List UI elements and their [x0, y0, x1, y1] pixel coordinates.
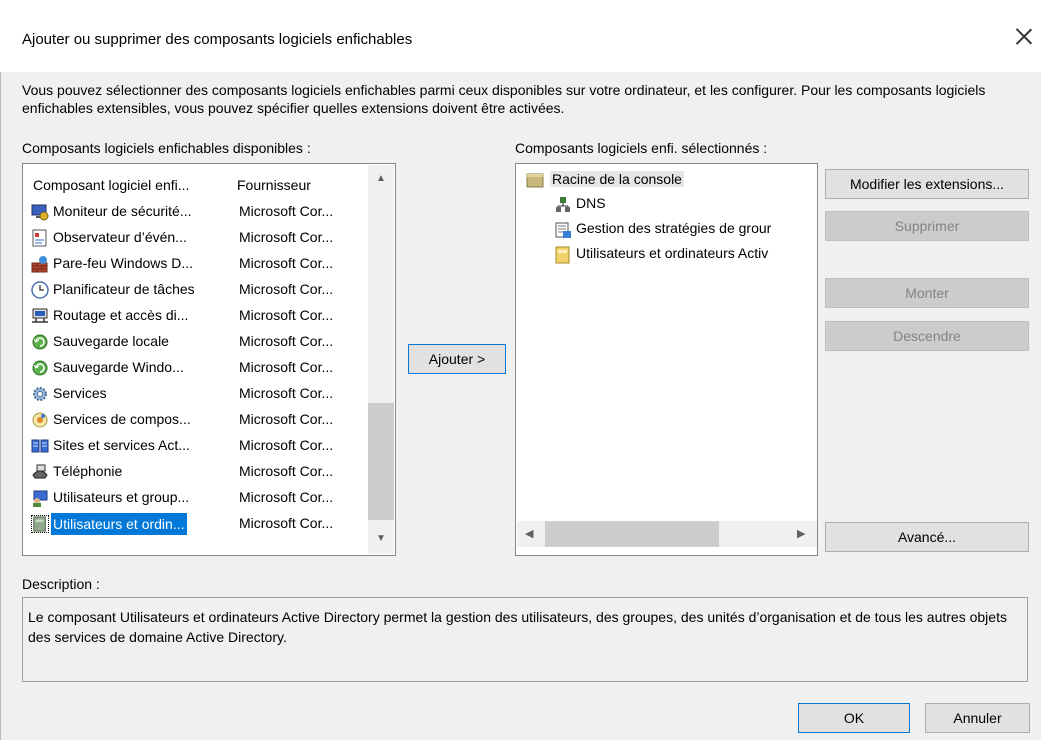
- backup-icon: [32, 360, 48, 376]
- intro-text: Vous pouvez sélectionner des composants …: [22, 82, 986, 116]
- close-icon[interactable]: [1013, 26, 1035, 48]
- event-viewer-icon: [32, 229, 47, 247]
- dialog-title: Ajouter ou supprimer des composants logi…: [22, 31, 413, 48]
- tree-item-dns[interactable]: DNS: [554, 194, 814, 216]
- selected-tree[interactable]: Racine de la console DNS Gestion des str…: [515, 163, 818, 556]
- advanced-button[interactable]: Avancé...: [825, 522, 1029, 552]
- ad-users-computers-icon: [31, 515, 49, 533]
- snapin-provider: Microsoft Cor...: [239, 307, 334, 323]
- list-item[interactable]: Pare-feu Windows D... Microsoft Cor...: [29, 251, 379, 277]
- snapin-name: Sauvegarde Windo...: [53, 359, 184, 375]
- scroll-thumb[interactable]: [545, 521, 719, 547]
- add-button[interactable]: Ajouter >: [408, 344, 506, 374]
- security-monitor-icon: [31, 204, 49, 221]
- vertical-scrollbar[interactable]: ▲ ▼: [368, 165, 394, 554]
- group-policy-icon: [555, 222, 571, 238]
- dns-icon: [556, 197, 570, 212]
- tree-root-label: Racine de la console: [550, 171, 684, 187]
- snapin-provider: Microsoft Cor...: [239, 333, 334, 349]
- gear-icon: [33, 387, 47, 401]
- snapin-provider: Microsoft Cor...: [239, 281, 334, 297]
- snapin-name: Sites et services Act...: [53, 437, 190, 453]
- telephony-icon: [32, 464, 48, 479]
- list-item[interactable]: Observateur d’évén... Microsoft Cor...: [29, 225, 379, 251]
- list-item[interactable]: Services Microsoft Cor...: [29, 381, 379, 407]
- snapin-provider: Microsoft Cor...: [239, 359, 334, 375]
- snapin-name: Moniteur de sécurité...: [53, 203, 192, 219]
- list-item[interactable]: Sauvegarde Windo... Microsoft Cor...: [29, 355, 379, 381]
- horizontal-scrollbar[interactable]: ◀ ▶: [517, 521, 817, 547]
- tree-item-aduc[interactable]: Utilisateurs et ordinateurs Activ: [554, 244, 817, 266]
- folder-icon: [526, 173, 544, 188]
- column-header-name[interactable]: Composant logiciel enfi...: [33, 177, 189, 193]
- scroll-right-icon[interactable]: ▶: [797, 527, 805, 540]
- cancel-button[interactable]: Annuler: [925, 703, 1030, 733]
- modify-extensions-button[interactable]: Modifier les extensions...: [825, 169, 1029, 199]
- list-item[interactable]: Services de compos... Microsoft Cor...: [29, 407, 379, 433]
- tree-child-label: Utilisateurs et ordinateurs Activ: [576, 245, 769, 261]
- description-text: Le composant Utilisateurs et ordinateurs…: [28, 609, 1007, 645]
- snapin-provider: Microsoft Cor...: [239, 489, 334, 505]
- snapin-name: Services de compos...: [53, 411, 191, 427]
- move-down-button[interactable]: Descendre: [825, 321, 1029, 351]
- list-item[interactable]: Moniteur de sécurité... Microsoft Cor...: [29, 199, 379, 225]
- list-item[interactable]: Planificateur de tâches Microsoft Cor...: [29, 277, 379, 303]
- scroll-thumb[interactable]: [368, 403, 394, 520]
- list-item[interactable]: Utilisateurs et group... Microsoft Cor...: [29, 485, 379, 511]
- snapin-provider: Microsoft Cor...: [239, 437, 334, 453]
- description-box: Le composant Utilisateurs et ordinateurs…: [22, 597, 1028, 682]
- clock-icon: [31, 281, 49, 299]
- move-up-button[interactable]: Monter: [825, 278, 1029, 308]
- description-label: Description :: [22, 576, 100, 592]
- tree-child-label: Gestion des stratégies de grour: [576, 220, 772, 236]
- sites-icon: [31, 439, 49, 453]
- backup-icon: [32, 334, 48, 350]
- scroll-left-icon[interactable]: ◀: [525, 527, 533, 540]
- list-item[interactable]: Téléphonie Microsoft Cor...: [29, 459, 379, 485]
- tree-child-label: DNS: [576, 195, 606, 211]
- available-label: Composants logiciels enfichables disponi…: [22, 140, 311, 156]
- list-item[interactable]: Utilisateurs et ordin... Microsoft Cor...: [29, 511, 379, 537]
- snapin-provider: Microsoft Cor...: [239, 515, 334, 531]
- title-bar: Ajouter ou supprimer des composants logi…: [0, 0, 1041, 72]
- snapin-provider: Microsoft Cor...: [239, 385, 334, 401]
- tree-item-root[interactable]: Racine de la console: [522, 168, 722, 192]
- snapin-provider: Microsoft Cor...: [239, 463, 334, 479]
- list-item[interactable]: Sites et services Act... Microsoft Cor...: [29, 433, 379, 459]
- tree-item-gpo[interactable]: Gestion des stratégies de grour: [554, 219, 817, 241]
- ok-button[interactable]: OK: [798, 703, 910, 733]
- column-header-provider[interactable]: Fournisseur: [237, 177, 311, 193]
- snapin-name: Planificateur de tâches: [53, 281, 195, 297]
- users-groups-icon: [33, 490, 48, 507]
- ad-users-computers-icon: [555, 246, 570, 264]
- available-list[interactable]: Composant logiciel enfi... Fournisseur M…: [22, 163, 396, 556]
- snapin-name: Services: [53, 385, 107, 401]
- snapin-name: Téléphonie: [53, 463, 123, 479]
- routing-icon: [32, 308, 48, 323]
- selected-label: Composants logiciels enfi. sélectionnés …: [515, 140, 768, 156]
- snapin-name: Utilisateurs et ordin...: [51, 513, 187, 535]
- firewall-icon: [31, 256, 48, 273]
- scroll-down-icon[interactable]: ▼: [376, 533, 386, 544]
- snapin-provider: Microsoft Cor...: [239, 411, 334, 427]
- list-item[interactable]: Sauvegarde locale Microsoft Cor...: [29, 329, 379, 355]
- component-services-icon: [32, 412, 48, 428]
- remove-button[interactable]: Supprimer: [825, 211, 1029, 241]
- snapin-provider: Microsoft Cor...: [239, 203, 334, 219]
- snapin-name: Routage et accès di...: [53, 307, 189, 323]
- scroll-up-icon[interactable]: ▲: [376, 173, 386, 184]
- list-item[interactable]: Routage et accès di... Microsoft Cor...: [29, 303, 379, 329]
- snapin-name: Pare-feu Windows D...: [53, 255, 194, 271]
- snapin-provider: Microsoft Cor...: [239, 229, 334, 245]
- snapin-name: Utilisateurs et group...: [53, 489, 190, 505]
- snapin-provider: Microsoft Cor...: [239, 255, 334, 271]
- snapin-name: Sauvegarde locale: [53, 333, 169, 349]
- snapin-name: Observateur d’évén...: [53, 229, 187, 245]
